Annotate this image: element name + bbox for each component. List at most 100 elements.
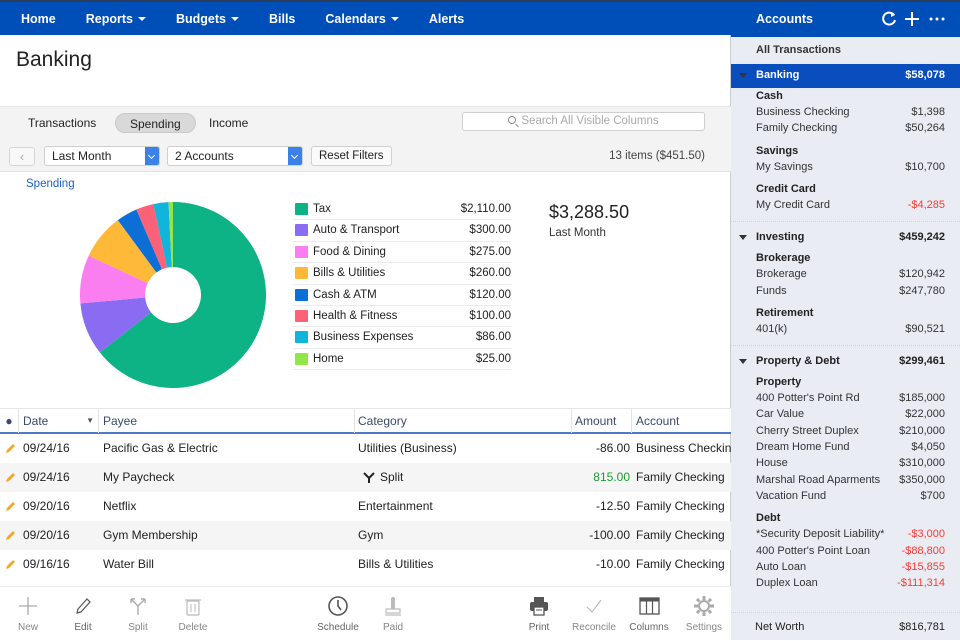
nav-budgets[interactable]: Budgets: [176, 12, 239, 26]
legend-item[interactable]: Auto & Transport $300.00: [293, 220, 511, 242]
table-row[interactable]: 09/16/16 Water Bill Bills & Utilities -1…: [0, 550, 731, 579]
pencil-icon[interactable]: [5, 443, 16, 454]
account-item[interactable]: Cherry Street Duplex $210,000: [756, 425, 945, 437]
period-select[interactable]: Last Month: [44, 146, 160, 166]
transactions-table: ● Date ▼ Payee Category Amount Account 09…: [0, 408, 738, 579]
item-count: 13 items ($451.50): [609, 150, 705, 162]
pencil-icon[interactable]: [5, 472, 16, 483]
account-item[interactable]: Car Value $22,000: [756, 408, 945, 420]
column-header-amount[interactable]: Amount: [572, 409, 632, 433]
tab-spending[interactable]: Spending: [115, 113, 196, 133]
bottom-toolbar: New Edit Split Delete Schedule Paid Prin…: [0, 586, 731, 640]
account-item[interactable]: Marshal Road Aparments $350,000: [756, 474, 945, 486]
account-name: My Credit Card: [756, 198, 830, 211]
legend-item[interactable]: Food & Dining $275.00: [293, 242, 511, 264]
table-row[interactable]: 09/20/16 Netflix Entertainment -12.50 Fa…: [0, 492, 731, 521]
account-group-property-debt[interactable]: Property & Debt $299,461: [731, 350, 960, 374]
spending-donut-chart: [80, 202, 266, 388]
legend-item[interactable]: Home $25.00: [293, 349, 511, 371]
legend-item[interactable]: Bills & Utilities $260.00: [293, 263, 511, 285]
cell-payee: Netflix: [103, 499, 137, 513]
legend-item[interactable]: Tax $2,110.00: [293, 199, 511, 221]
all-transactions-item[interactable]: All Transactions: [756, 44, 841, 56]
legend-item[interactable]: Business Expenses $86.00: [293, 327, 511, 349]
tab-transactions[interactable]: Transactions: [14, 113, 110, 133]
spending-link[interactable]: Spending: [26, 178, 75, 190]
account-item[interactable]: My Credit Card -$4,285: [756, 199, 945, 211]
table-row[interactable]: 09/24/16 Pacific Gas & Electric Utilitie…: [0, 434, 738, 463]
reconcile-button[interactable]: Reconcile: [567, 587, 621, 641]
account-group-investing[interactable]: Investing $459,242: [731, 226, 960, 250]
legend-item[interactable]: Health & Fitness $100.00: [293, 306, 511, 328]
nav-bills[interactable]: Bills: [269, 12, 295, 26]
account-item[interactable]: Vacation Fund $700: [756, 490, 945, 502]
nav-home[interactable]: Home: [21, 12, 56, 26]
account-balance: $120,942: [899, 268, 945, 281]
cell-date: 09/16/16: [23, 557, 70, 571]
columns-button[interactable]: Columns: [622, 587, 676, 641]
column-header-category[interactable]: Category: [355, 409, 572, 433]
nav-alerts[interactable]: Alerts: [429, 12, 464, 26]
search-placeholder: Search All Visible Columns: [521, 115, 659, 127]
account-item[interactable]: Business Checking $1,398: [756, 106, 945, 118]
nav-calendars[interactable]: Calendars: [325, 12, 399, 26]
cell-amount: -12.50: [595, 499, 630, 513]
account-balance: $310,000: [899, 457, 945, 470]
account-balance: $1,398: [911, 106, 945, 118]
collapse-triangle-icon[interactable]: [739, 359, 747, 365]
account-item[interactable]: House $310,000: [756, 457, 945, 469]
legend-item[interactable]: Cash & ATM $120.00: [293, 285, 511, 306]
column-header-payee[interactable]: Payee: [99, 409, 355, 433]
split-button[interactable]: Split: [111, 587, 165, 641]
paid-button[interactable]: Paid: [366, 587, 420, 641]
account-name: Car Value: [756, 408, 805, 421]
account-balance: $4,050: [911, 441, 945, 453]
account-item[interactable]: Dream Home Fund $4,050: [756, 441, 945, 453]
account-item[interactable]: Auto Loan -$15,855: [756, 561, 945, 573]
caret-down-icon: [137, 16, 146, 21]
legend-value: $300.00: [469, 224, 511, 237]
nav-reports[interactable]: Reports: [86, 12, 146, 26]
column-header-date[interactable]: Date ▼: [19, 409, 99, 433]
table-row[interactable]: 09/24/16 My Paycheck Split 815.00 Family…: [0, 463, 731, 492]
schedule-button[interactable]: Schedule: [311, 587, 365, 641]
account-item[interactable]: Funds $247,780: [756, 285, 945, 297]
account-item[interactable]: My Savings $10,700: [756, 161, 945, 173]
account-group-banking[interactable]: Banking $58,078: [731, 64, 960, 88]
delete-button[interactable]: Delete: [166, 587, 220, 641]
account-item[interactable]: Family Checking $50,264: [756, 122, 945, 134]
account-balance: -$88,800: [901, 544, 945, 557]
more-options-icon[interactable]: [928, 10, 946, 28]
tab-income[interactable]: Income: [195, 113, 262, 133]
cell-date: 09/24/16: [23, 441, 70, 455]
pencil-icon[interactable]: [5, 501, 16, 512]
collapse-triangle-icon[interactable]: [739, 73, 747, 78]
pencil-icon[interactable]: [5, 530, 16, 541]
account-item[interactable]: *Security Deposit Liability* -$3,000: [756, 528, 945, 540]
account-item[interactable]: Brokerage $120,942: [756, 268, 945, 280]
refresh-icon[interactable]: [881, 10, 897, 28]
reset-filters-button[interactable]: Reset Filters: [311, 146, 392, 166]
account-name: Business Checking: [756, 106, 850, 118]
edit-button[interactable]: Edit: [56, 587, 110, 641]
back-button[interactable]: ‹: [9, 147, 35, 166]
account-item[interactable]: Duplex Loan -$111,314: [756, 577, 945, 589]
account-item[interactable]: 401(k) $90,521: [756, 323, 945, 335]
legend-value: $100.00: [469, 309, 511, 322]
pencil-icon[interactable]: [5, 559, 16, 570]
print-button[interactable]: Print: [512, 587, 566, 641]
add-account-icon[interactable]: [904, 10, 920, 28]
status-column-header[interactable]: ●: [0, 409, 19, 433]
account-item[interactable]: 400 Potter's Point Loan -$88,800: [756, 545, 945, 557]
account-item[interactable]: 400 Potter's Point Rd $185,000: [756, 392, 945, 404]
cell-category: Gym: [358, 528, 384, 542]
table-row[interactable]: 09/20/16 Gym Membership Gym -100.00 Fami…: [0, 521, 731, 550]
new-button[interactable]: New: [1, 587, 55, 641]
search-input[interactable]: Search All Visible Columns: [462, 112, 705, 131]
sidebar-title: Accounts: [756, 12, 813, 26]
net-worth-label: Net Worth: [755, 621, 805, 633]
settings-button[interactable]: Settings: [677, 587, 731, 641]
accounts-select[interactable]: 2 Accounts: [167, 146, 303, 166]
column-header-account[interactable]: Account: [632, 409, 731, 433]
collapse-triangle-icon[interactable]: [739, 235, 747, 241]
